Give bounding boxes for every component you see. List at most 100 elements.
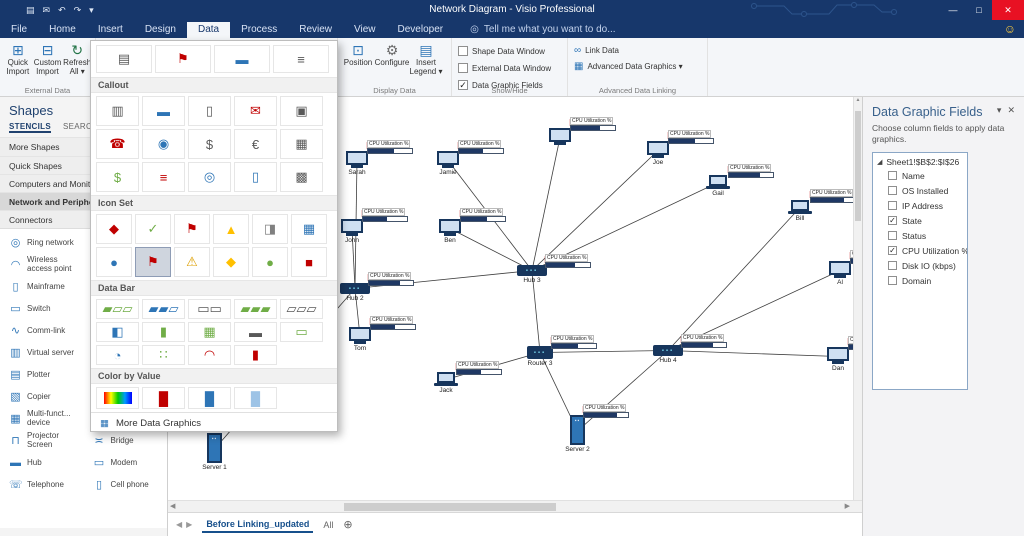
redo-icon[interactable]: ↷ <box>74 5 82 16</box>
node-sarah[interactable]: ⚑CPU Utilization %Sarah <box>345 151 369 168</box>
icon-set-item[interactable]: ⚑ <box>135 247 171 277</box>
field-os-installed[interactable]: OS Installed <box>875 183 965 198</box>
callout-item[interactable]: ◉ <box>142 129 185 159</box>
flag-callout-tile[interactable]: ⚑ <box>155 45 211 73</box>
tell-me-box[interactable]: ◎ Tell me what you want to do... <box>470 24 615 38</box>
refresh-all-button[interactable]: ↻RefreshAll ▾ <box>62 41 92 77</box>
icon-set-item[interactable]: ▲ <box>213 214 249 244</box>
custom-import-button[interactable]: ⊟CustomImport <box>33 41 63 77</box>
shape-data-window-checkbox[interactable]: Shape Data Window <box>455 44 554 58</box>
node-al[interactable]: ⚑CPU Utilization %Al <box>828 261 852 278</box>
callout-item[interactable]: $ <box>96 162 139 192</box>
tab-file[interactable]: File <box>0 22 38 38</box>
callout-item[interactable]: ▥ <box>96 96 139 126</box>
data-bar-item[interactable]: ▦ <box>188 322 231 342</box>
vertical-scrollbar[interactable]: ▲ <box>853 97 862 500</box>
callout-item[interactable]: ▯ <box>188 96 231 126</box>
connector-bill-hub4[interactable] <box>668 208 800 351</box>
callout-item[interactable]: ◎ <box>188 162 231 192</box>
shape-copier[interactable]: ▧Copier <box>0 386 84 408</box>
bar-callout-tile[interactable]: ▬ <box>214 45 270 73</box>
link-data-button[interactable]: ∞Link Data <box>571 44 686 57</box>
callout-item[interactable]: ▬ <box>142 96 185 126</box>
all-pages-button[interactable]: All <box>323 520 333 530</box>
mail-icon[interactable]: ✉ <box>43 5 51 16</box>
external-data-window-checkbox[interactable]: External Data Window <box>455 61 554 75</box>
position-button[interactable]: ⊡Position <box>341 41 375 68</box>
shape-projector-screen[interactable]: ⊓Projector Screen <box>0 430 84 452</box>
insert-legend-button[interactable]: ▤InsertLegend ▾ <box>409 41 443 77</box>
shape-switch[interactable]: ▭Switch <box>0 298 84 320</box>
shape-comm-link[interactable]: ∿Comm-link <box>0 320 84 342</box>
node-john[interactable]: ⚑CPU Utilization %John <box>340 219 364 236</box>
callout-item[interactable]: ▦ <box>280 129 323 159</box>
shape-wireless-access-point[interactable]: ◠Wireless access point <box>0 254 84 276</box>
shape-ring-network[interactable]: ◎Ring network <box>0 232 84 254</box>
connector-router3-hub4[interactable] <box>540 351 668 353</box>
data-bar-item[interactable]: ▱▱▱ <box>280 299 323 319</box>
icon-set-item[interactable]: ◨ <box>252 214 288 244</box>
shape-cell-phone[interactable]: ▯Cell phone <box>84 474 168 496</box>
vertical-scrollbar-thumb[interactable] <box>855 111 861 221</box>
add-page-icon[interactable]: ⊕ <box>343 518 352 531</box>
advanced-data-graphics-button[interactable]: ▦Advanced Data Graphics ▾ <box>571 60 686 73</box>
shape-multi-funct-device[interactable]: ▦Multi-funct... device <box>0 408 84 430</box>
data-bar-item[interactable]: ▭ <box>280 322 323 342</box>
tab-home[interactable]: Home <box>38 22 87 38</box>
field-disk-io-kbps-[interactable]: Disk IO (kbps) <box>875 258 965 273</box>
callout-item[interactable]: € <box>234 129 277 159</box>
shape-bridge[interactable]: ≍Bridge <box>84 430 168 452</box>
icon-set-item[interactable]: ■ <box>291 247 327 277</box>
data-bar-item[interactable]: ▮ <box>234 345 277 365</box>
callout-item[interactable]: ≡ <box>142 162 185 192</box>
field-domain[interactable]: Domain <box>875 273 965 288</box>
node-hub2[interactable]: ▪▪▪⚑CPU Utilization %Hub 2 <box>340 283 370 294</box>
tab-design[interactable]: Design <box>134 22 187 38</box>
data-bar-item[interactable]: ▰▱▱ <box>96 299 139 319</box>
save-icon[interactable]: ▤ <box>26 5 35 16</box>
data-bar-item[interactable]: ▰▰▱ <box>142 299 185 319</box>
expander-icon[interactable]: ◢ <box>877 158 882 166</box>
field-status[interactable]: Status <box>875 228 965 243</box>
data-bar-item[interactable]: ▰▰▰ <box>234 299 277 319</box>
shape-hub[interactable]: ▬Hub <box>0 452 84 474</box>
connector-dan-hub4[interactable] <box>668 351 838 357</box>
field-ip-address[interactable]: IP Address <box>875 198 965 213</box>
shape-telephone[interactable]: ☏Telephone <box>0 474 84 496</box>
icon-set-item[interactable]: ● <box>96 247 132 277</box>
node-pc-top[interactable]: ⚑CPU Utilization % <box>548 128 572 145</box>
connector-joe-hub3[interactable] <box>532 151 658 271</box>
icon-set-item[interactable]: ◆ <box>96 214 132 244</box>
icon-set-item[interactable]: ◆ <box>213 247 249 277</box>
close-button[interactable]: ✕ <box>992 0 1024 20</box>
node-ben[interactable]: ⚑CPU Utilization %Ben <box>438 219 462 236</box>
tab-stencils[interactable]: STENCILS <box>9 122 51 133</box>
data-bar-item[interactable]: ∷ <box>142 345 185 365</box>
node-gail[interactable]: ⚑CPU Utilization %Gail <box>706 175 730 189</box>
icon-set-item[interactable]: ✓ <box>135 214 171 244</box>
tab-review[interactable]: Review <box>288 22 343 38</box>
node-hub3[interactable]: ▪▪▪⚑CPU Utilization %Hub 3 <box>517 265 547 276</box>
data-bar-item[interactable]: ◧ <box>96 322 139 342</box>
shape-mainframe[interactable]: ▯Mainframe <box>0 276 84 298</box>
scroll-left-icon[interactable]: ◀ <box>170 502 175 510</box>
data-bar-item[interactable]: ▭▭ <box>188 299 231 319</box>
tab-developer[interactable]: Developer <box>387 22 455 38</box>
tab-data[interactable]: Data <box>187 22 230 38</box>
undo-icon[interactable]: ↶ <box>58 5 66 16</box>
color-by-value-item[interactable] <box>96 387 139 409</box>
sheet-range-row[interactable]: ◢ Sheet1!$B$2:$I$26 <box>875 156 965 168</box>
horizontal-scrollbar-thumb[interactable] <box>344 503 556 511</box>
node-router3[interactable]: ▪▪▪⚑CPU Utilization %Router 3 <box>527 346 553 359</box>
field-state[interactable]: ✓State <box>875 213 965 228</box>
quick-import-button[interactable]: ⊞QuickImport <box>3 41 33 77</box>
line-callout-tile[interactable]: ≡ <box>273 45 329 73</box>
horizontal-scrollbar[interactable]: ◀ ▶ <box>168 500 862 512</box>
scroll-right-icon[interactable]: ▶ <box>845 502 850 510</box>
data-bar-item[interactable]: ▮ <box>142 322 185 342</box>
icon-set-item[interactable]: ▦ <box>291 214 327 244</box>
pane-menu-icon[interactable]: ▾ <box>997 105 1002 116</box>
node-server2[interactable]: ▪▪⚑CPU Utilization %Server 2 <box>570 415 585 445</box>
color-by-value-item[interactable]: █ <box>188 387 231 409</box>
tab-insert[interactable]: Insert <box>87 22 134 38</box>
